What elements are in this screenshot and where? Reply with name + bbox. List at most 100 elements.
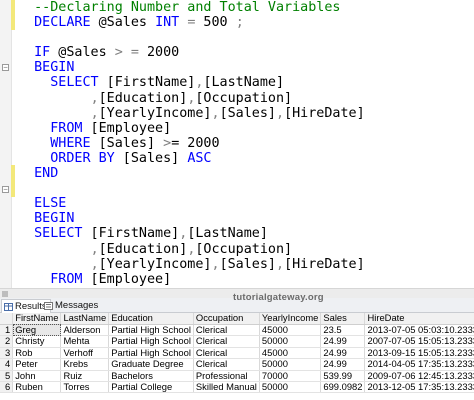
sql-code[interactable]: --Declaring Number and Total Variables D… <box>18 0 474 288</box>
cell-occupation[interactable]: Skilled Manual <box>193 381 260 394</box>
cell-hiredate[interactable]: 2009-07-06 12:45:13.2333 <box>364 370 474 382</box>
cell-education[interactable]: Graduate Degree <box>108 358 194 371</box>
code-line[interactable]: ,[Education],[Occupation] <box>18 242 474 257</box>
cell-education[interactable]: Partial High School <box>108 347 194 360</box>
cell-firstname[interactable]: Ruben <box>12 381 62 394</box>
table-row[interactable]: 5 John Ruiz Bachelors Professional 70000 539.9… <box>0 370 474 382</box>
table-row[interactable]: 6 Ruben Torres Partial College Skilled Manua… <box>0 381 474 394</box>
cell-hiredate[interactable]: 2013-09-15 15:05:13.2333 <box>364 347 474 360</box>
cell-yearlyincome[interactable]: 45000 <box>259 347 322 360</box>
cell-lastname[interactable]: Verhoff <box>60 347 110 360</box>
code-line[interactable] <box>18 181 474 196</box>
cell-firstname[interactable]: Rob <box>12 347 62 360</box>
code-line[interactable]: FROM [Employee] <box>18 272 474 287</box>
cell-sales[interactable]: 539.99 <box>320 370 366 382</box>
code-token: [Sales] <box>219 105 276 121</box>
table-row[interactable]: 3 Rob Verhoff Partial High School Clerical 45… <box>0 347 474 360</box>
table-row[interactable]: 4 Peter Krebs Graduate Degree Clerical 50000 2… <box>0 358 474 371</box>
cell-lastname[interactable]: Mehta <box>60 335 110 348</box>
code-line[interactable]: ORDER BY [Sales] ASC <box>18 151 474 166</box>
cell-rownum[interactable]: 3 <box>0 347 14 360</box>
code-line[interactable]: END <box>18 166 474 181</box>
column-header-rownum[interactable] <box>0 313 14 325</box>
column-header-yearlyincome[interactable]: YearlyIncome <box>259 313 322 325</box>
column-header-firstname[interactable]: FirstName <box>12 313 62 325</box>
cell-rownum[interactable]: 4 <box>0 358 14 371</box>
cell-education[interactable]: Partial High School <box>108 324 194 337</box>
query-editor[interactable]: − − --Declaring Number and Total Variabl… <box>0 0 474 288</box>
cell-rownum[interactable]: 6 <box>0 381 14 394</box>
code-line[interactable]: ,[YearlyIncome],[Sales],[HireDate] <box>18 106 474 121</box>
scrollbar-thumb[interactable] <box>2 291 8 297</box>
cell-lastname[interactable]: Krebs <box>60 358 110 371</box>
code-line[interactable]: SELECT [FirstName],[LastName] <box>18 75 474 90</box>
cell-sales[interactable]: 24.99 <box>320 347 366 360</box>
cell-firstname[interactable]: Greg <box>12 324 62 337</box>
code-token: > <box>114 45 123 61</box>
code-line[interactable]: FROM [Employee] <box>18 121 474 136</box>
code-line[interactable]: BEGIN <box>18 60 474 75</box>
code-token: 500 <box>195 15 236 31</box>
code-token: --Declaring Number and Total Variables <box>34 0 341 15</box>
fold-collapse-icon[interactable]: − <box>2 64 9 71</box>
table-row[interactable]: 1 Greg Alderson Partial High School Clerical… <box>0 324 474 337</box>
cell-yearlyincome[interactable]: 70000 <box>259 370 322 382</box>
tab-messages[interactable]: Messages <box>42 299 101 312</box>
cell-hiredate[interactable]: 2014-04-05 17:35:13.2333 <box>364 358 474 371</box>
cell-lastname[interactable]: Torres <box>60 381 110 394</box>
cell-occupation[interactable]: Professional <box>193 370 260 382</box>
cell-sales[interactable]: 24.99 <box>320 358 366 371</box>
code-line[interactable]: SELECT [FirstName],[LastName] <box>18 226 474 241</box>
cell-education[interactable]: Partial High School <box>108 335 194 348</box>
cell-occupation[interactable]: Clerical <box>193 324 260 337</box>
code-line[interactable]: WHERE [Sales] >= 2000 <box>18 136 474 151</box>
column-header-hiredate[interactable]: HireDate <box>364 313 474 325</box>
cell-occupation[interactable]: Clerical <box>193 347 260 360</box>
code-line[interactable] <box>18 30 474 45</box>
cell-sales[interactable]: 24.99 <box>320 335 366 348</box>
column-header-lastname[interactable]: LastName <box>60 313 110 325</box>
code-line[interactable]: BEGIN <box>18 211 474 226</box>
cell-education[interactable]: Bachelors <box>108 370 194 382</box>
cell-yearlyincome[interactable]: 50000 <box>259 381 322 394</box>
results-grid[interactable]: FirstName LastName Education Occupation … <box>0 313 474 400</box>
cell-firstname[interactable]: John <box>12 370 62 382</box>
cell-yearlyincome[interactable]: 50000 <box>259 335 322 348</box>
cell-hiredate[interactable]: 2007-07-05 15:05:13.2333 <box>364 335 474 348</box>
code-token: , <box>90 241 99 257</box>
cell-yearlyincome[interactable]: 45000 <box>259 324 322 337</box>
cell-rownum[interactable]: 1 <box>0 324 14 337</box>
code-line[interactable]: DECLARE @Sales INT = 500 ; <box>18 15 474 30</box>
cell-occupation[interactable]: Clerical <box>193 335 260 348</box>
table-row[interactable]: 2 Christy Mehta Partial High School Clerical… <box>0 335 474 348</box>
column-header-sales[interactable]: Sales <box>320 313 366 325</box>
cell-sales[interactable]: 699.0982 <box>320 381 366 394</box>
cell-education[interactable]: Partial College <box>108 381 194 394</box>
code-line[interactable]: IF @Sales > = 2000 <box>18 45 474 60</box>
cell-firstname[interactable]: Christy <box>12 335 62 348</box>
cell-rownum[interactable]: 2 <box>0 335 14 348</box>
code-token: [Occupation] <box>195 90 293 106</box>
cell-hiredate[interactable]: 2013-12-05 17:35:13.2333 <box>364 381 474 394</box>
cell-hiredate[interactable]: 2013-07-05 05:03:10.2333 <box>364 324 474 337</box>
column-header-occupation[interactable]: Occupation <box>193 313 260 325</box>
cell-firstname[interactable]: Peter <box>12 358 62 371</box>
code-line[interactable]: ,[YearlyIncome],[Sales],[HireDate] <box>18 257 474 272</box>
code-line[interactable]: ,[Education],[Occupation] <box>18 91 474 106</box>
column-header-education[interactable]: Education <box>108 313 194 325</box>
code-token: ELSE <box>34 196 67 212</box>
cell-lastname[interactable]: Ruiz <box>60 370 110 382</box>
cell-yearlyincome[interactable]: 50000 <box>259 358 322 371</box>
cell-occupation[interactable]: Clerical <box>193 358 260 371</box>
cell-sales[interactable]: 23.5 <box>320 324 366 337</box>
fold-collapse-icon[interactable]: − <box>2 186 9 193</box>
code-line[interactable]: --Declaring Number and Total Variables <box>18 0 474 15</box>
cell-lastname[interactable]: Alderson <box>60 324 110 337</box>
code-line[interactable]: ELSE <box>18 196 474 211</box>
cell-rownum[interactable]: 5 <box>0 370 14 382</box>
